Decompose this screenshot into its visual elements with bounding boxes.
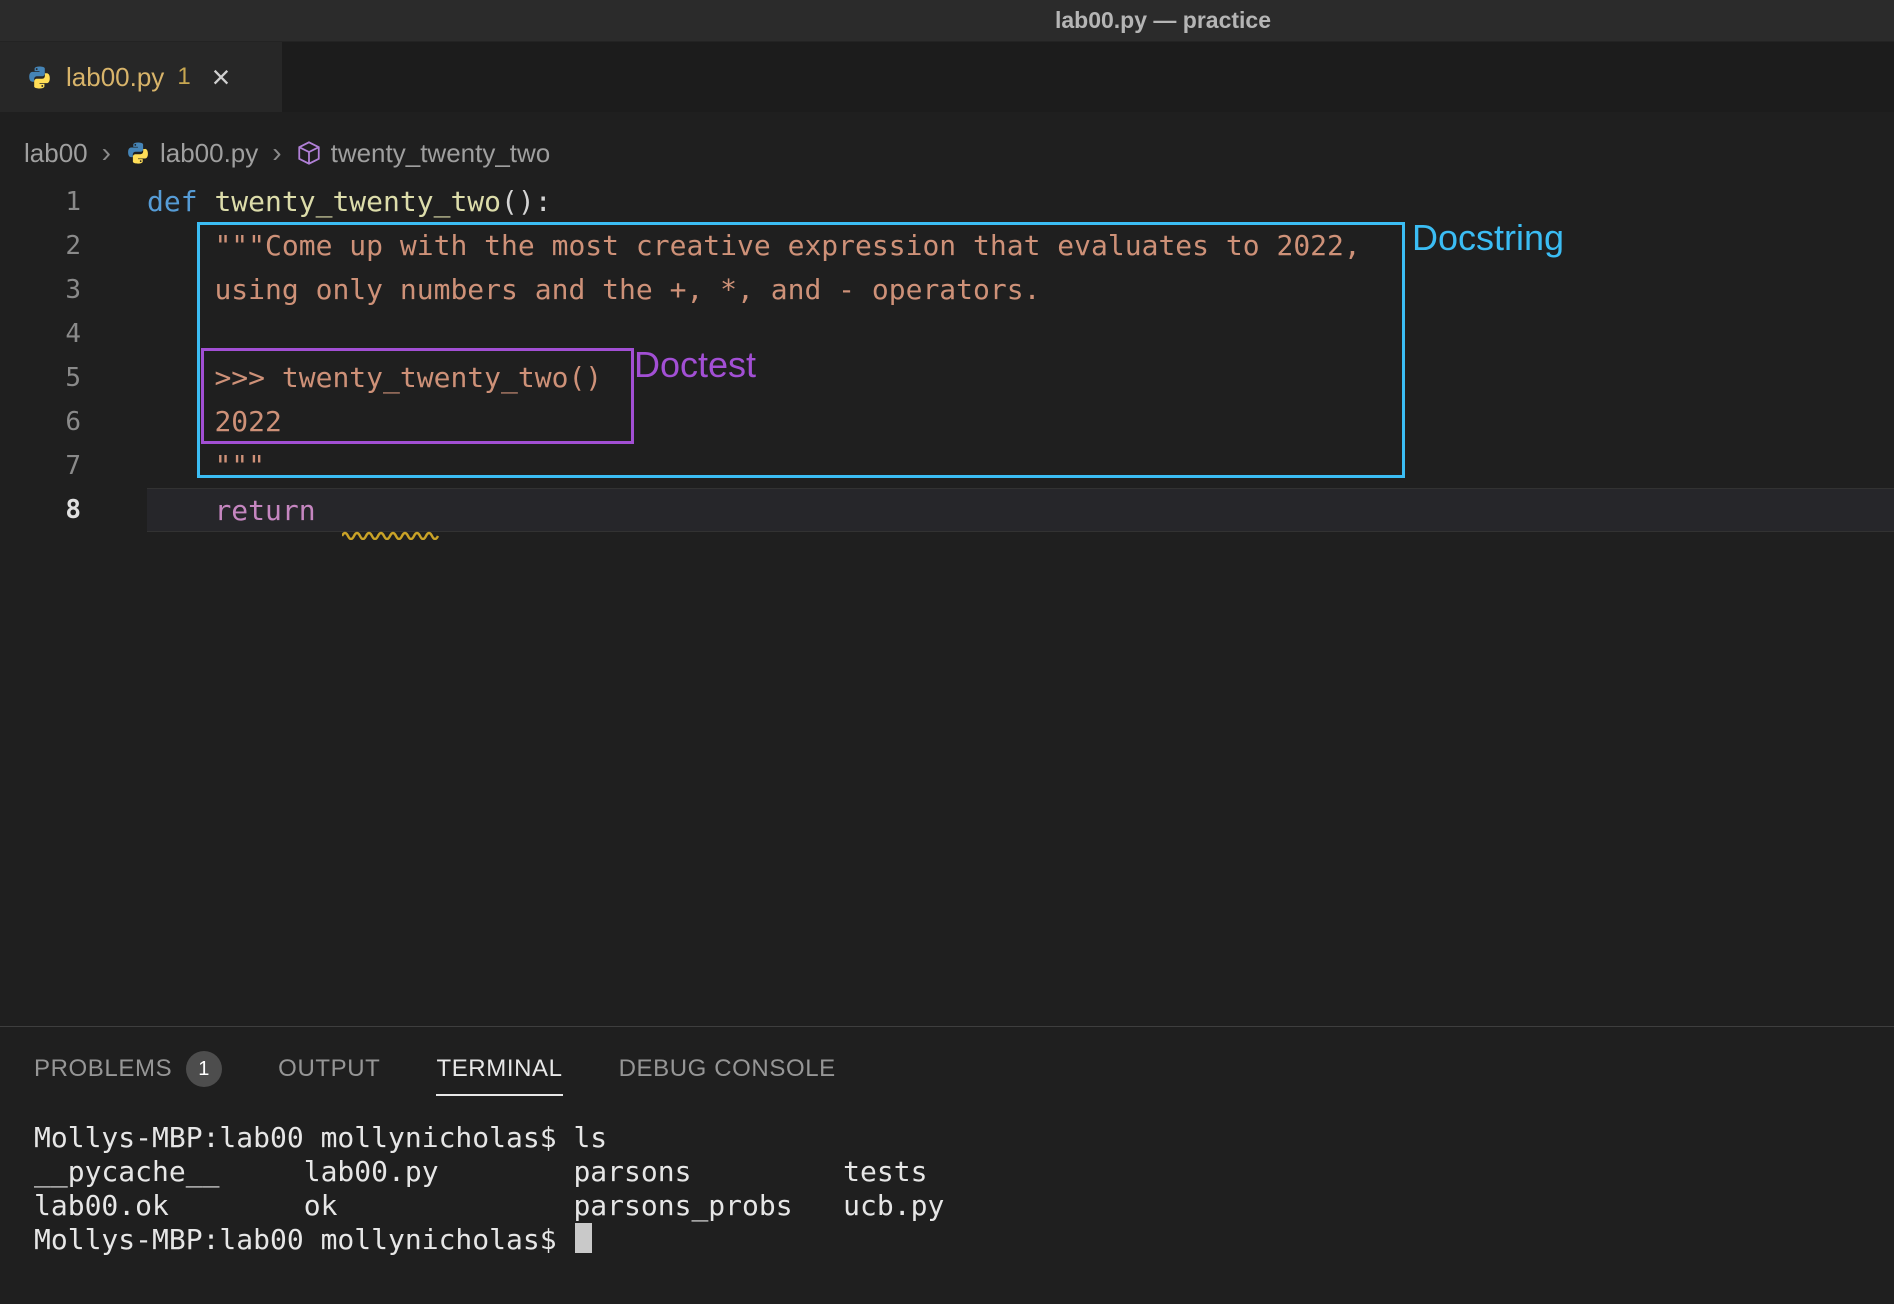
code-content: def twenty_twenty_two(): <box>147 180 1894 224</box>
terminal-text: lab00.ok ok parsons_probs ucb.py <box>34 1189 944 1222</box>
code-token <box>147 361 214 394</box>
panel-tab-label: TERMINAL <box>436 1055 562 1096</box>
panel-tab-terminal[interactable]: TERMINAL <box>436 1055 562 1083</box>
terminal-text: Mollys-MBP:lab00 mollynicholas$ <box>34 1223 573 1256</box>
panel-tab-debug-console[interactable]: DEBUG CONSOLE <box>619 1055 836 1083</box>
code-line-6[interactable]: 6 2022 <box>0 400 1894 444</box>
tab-lab00-py[interactable]: lab00.py 1 × <box>0 42 282 112</box>
breadcrumb-separator-icon: › <box>102 137 111 169</box>
terminal[interactable]: Mollys-MBP:lab00 mollynicholas$ ls__pyca… <box>0 1111 1894 1257</box>
tab-problem-count: 1 <box>177 63 190 91</box>
code-token: 2022 <box>214 405 281 438</box>
panel-tab-output[interactable]: OUTPUT <box>278 1055 380 1083</box>
code-token: >>> twenty_twenty_two() <box>214 361 602 394</box>
breadcrumb: lab00 › lab00.py › twenty_twenty_two <box>0 112 1894 180</box>
close-icon[interactable]: × <box>212 61 231 93</box>
terminal-line: lab00.ok ok parsons_probs ucb.py <box>34 1189 1894 1223</box>
vscode-window: lab00.py — practice lab00.py 1 × lab00›l… <box>0 0 1894 1304</box>
breadcrumb-separator-icon: › <box>272 137 281 169</box>
line-number: 5 <box>0 356 147 400</box>
code-line-5[interactable]: 5 >>> twenty_twenty_two() <box>0 356 1894 400</box>
panel-tab-label: OUTPUT <box>278 1055 380 1083</box>
title-bar: lab00.py — practice <box>0 0 1894 42</box>
window-title: lab00.py — practice <box>1055 7 1271 34</box>
code-token: using only numbers and the +, *, and - o… <box>214 273 1040 306</box>
tab-strip: lab00.py 1 × <box>0 42 1894 112</box>
breadcrumb-label: twenty_twenty_two <box>331 138 551 169</box>
panel-tab-bar: PROBLEMS 1 OUTPUT TERMINAL DEBUG CONSOLE <box>0 1027 1894 1111</box>
code-line-4[interactable]: 4 <box>0 312 1894 356</box>
panel-tab-label: PROBLEMS <box>34 1055 172 1083</box>
code-token: (): <box>501 185 552 218</box>
code-token: twenty_twenty_two <box>214 185 501 218</box>
line-number: 2 <box>0 224 147 268</box>
bottom-panel: PROBLEMS 1 OUTPUT TERMINAL DEBUG CONSOLE Mol… <box>0 1026 1894 1304</box>
code-token: """Come up with the most creative expres… <box>214 229 1360 262</box>
symbol-cube-icon <box>296 140 322 166</box>
code-line-1[interactable]: 1def twenty_twenty_two(): <box>0 180 1894 224</box>
code-token <box>147 449 214 482</box>
code-token: """ <box>214 449 265 482</box>
terminal-line: __pycache__ lab00.py parsons tests <box>34 1155 1894 1189</box>
terminal-line: Mollys-MBP:lab00 mollynicholas$ <box>34 1223 1894 1257</box>
code-token <box>198 185 215 218</box>
terminal-cursor <box>575 1223 592 1253</box>
code-content: """ <box>147 444 1894 488</box>
code-content: >>> twenty_twenty_two() <box>147 356 1894 400</box>
code-line-7[interactable]: 7 """ <box>0 444 1894 488</box>
terminal-line: Mollys-MBP:lab00 mollynicholas$ ls <box>34 1121 1894 1155</box>
line-number: 6 <box>0 400 147 444</box>
panel-tab-problems[interactable]: PROBLEMS 1 <box>34 1051 222 1087</box>
breadcrumb-label: lab00.py <box>160 138 258 169</box>
code-token: def <box>147 185 198 218</box>
breadcrumb-item-lab00-py[interactable]: lab00.py <box>125 138 258 169</box>
breadcrumb-label: lab00 <box>24 138 88 169</box>
line-number: 8 <box>0 488 147 532</box>
line-number: 7 <box>0 444 147 488</box>
python-icon <box>26 64 53 91</box>
code-token: return <box>214 494 315 527</box>
code-token <box>147 229 214 262</box>
warning-squiggle-icon <box>342 514 440 524</box>
code-token <box>147 405 214 438</box>
code-token <box>147 494 214 527</box>
line-number: 4 <box>0 312 147 356</box>
panel-tab-label: DEBUG CONSOLE <box>619 1055 836 1083</box>
code-content: 2022 <box>147 400 1894 444</box>
code-line-2[interactable]: 2 """Come up with the most creative expr… <box>0 224 1894 268</box>
code-content: """Come up with the most creative expres… <box>147 224 1894 268</box>
code-token <box>316 494 333 527</box>
code-line-8[interactable]: 8 return <box>0 488 1894 532</box>
breadcrumb-item-twenty-twenty-two[interactable]: twenty_twenty_two <box>296 138 551 169</box>
code-content: using only numbers and the +, *, and - o… <box>147 268 1894 312</box>
code-line-3[interactable]: 3 using only numbers and the +, *, and -… <box>0 268 1894 312</box>
code-content <box>147 312 1894 356</box>
editor-lines: 1def twenty_twenty_two():2 """Come up wi… <box>0 180 1894 532</box>
terminal-text: Mollys-MBP:lab00 mollynicholas$ ls <box>34 1121 607 1154</box>
terminal-text: __pycache__ lab00.py parsons tests <box>34 1155 927 1188</box>
python-icon <box>125 140 151 166</box>
editor[interactable]: 1def twenty_twenty_two():2 """Come up wi… <box>0 180 1894 1026</box>
line-number: 1 <box>0 180 147 224</box>
line-number: 3 <box>0 268 147 312</box>
code-content: return <box>147 488 1894 532</box>
code-token <box>147 273 214 306</box>
tab-filename: lab00.py <box>66 62 164 93</box>
breadcrumb-item-lab00[interactable]: lab00 <box>24 138 88 169</box>
problems-count-badge: 1 <box>186 1051 222 1087</box>
